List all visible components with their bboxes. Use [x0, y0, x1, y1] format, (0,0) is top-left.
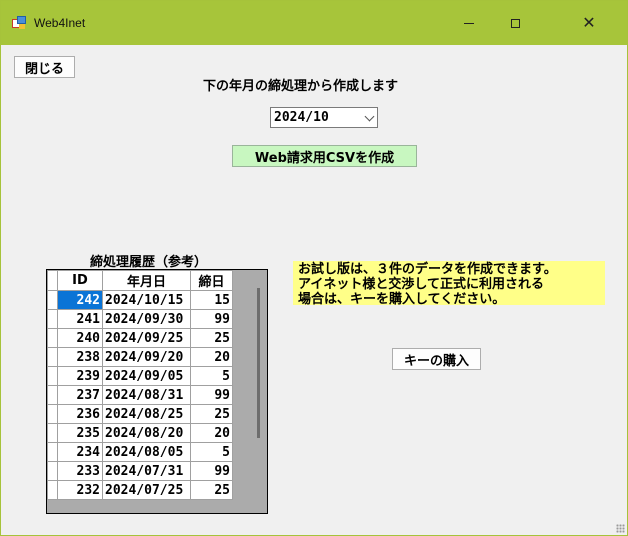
period-select[interactable]: 2024/10 — [270, 107, 378, 128]
column-header-id[interactable]: ID — [57, 270, 103, 291]
row-header-cell[interactable] — [47, 309, 58, 329]
cell-id[interactable]: 240 — [57, 328, 103, 348]
cell-day[interactable]: 99 — [190, 309, 233, 329]
cell-day[interactable]: 5 — [190, 366, 233, 386]
cell-day[interactable]: 5 — [190, 442, 233, 462]
notice-line: 場合は、キーを購入してください。 — [298, 292, 506, 307]
table-header-row: ID 年月日 締日 — [47, 270, 233, 291]
row-header-cell[interactable] — [47, 423, 58, 443]
cell-day[interactable]: 15 — [190, 290, 233, 310]
table-row[interactable]: 242 2024/10/15 15 — [47, 290, 233, 310]
row-header-cell[interactable] — [47, 328, 58, 348]
history-title: 締処理履歴（参考） — [90, 255, 208, 270]
table-row[interactable]: 236 2024/08/25 25 — [47, 404, 233, 424]
close-window-button[interactable]: ✕ — [566, 1, 612, 45]
cell-day[interactable]: 99 — [190, 385, 233, 405]
history-grid[interactable]: ID 年月日 締日 242 2024/10/15 15 241 2024/09/30 99… — [46, 269, 268, 514]
row-header-cell[interactable] — [47, 442, 58, 462]
chevron-down-icon[interactable] — [364, 111, 375, 122]
row-header-cell[interactable] — [47, 461, 58, 481]
table-row[interactable]: 240 2024/09/25 25 — [47, 328, 233, 348]
table-row[interactable]: 234 2024/08/05 5 — [47, 442, 233, 462]
table-row[interactable]: 233 2024/07/31 99 — [47, 461, 233, 481]
table-row[interactable]: 235 2024/08/20 20 — [47, 423, 233, 443]
row-header-cell[interactable] — [47, 366, 58, 386]
cell-id[interactable]: 236 — [57, 404, 103, 424]
cell-date[interactable]: 2024/08/31 — [102, 385, 191, 405]
row-header-cell[interactable] — [47, 347, 58, 367]
minimize-icon — [464, 22, 474, 24]
close-icon: ✕ — [582, 13, 596, 32]
title-bar[interactable]: Web4Inet ✕ — [1, 1, 627, 45]
cell-day[interactable]: 20 — [190, 347, 233, 367]
grid-empty-area — [233, 270, 248, 513]
close-button[interactable]: 閉じる — [14, 56, 75, 78]
cell-day[interactable]: 99 — [190, 461, 233, 481]
app-icon — [12, 16, 26, 29]
resize-grip-icon[interactable] — [616, 524, 625, 533]
row-header-cell[interactable] — [47, 404, 58, 424]
trial-notice: お試し版は、３件のデータを作成できます。 アイネット様と交渉して正式に利用される… — [293, 261, 605, 307]
minimize-button[interactable] — [446, 1, 492, 45]
cell-id[interactable]: 239 — [57, 366, 103, 386]
cell-date[interactable]: 2024/07/31 — [102, 461, 191, 481]
cell-day[interactable]: 25 — [190, 328, 233, 348]
cell-id[interactable]: 232 — [57, 480, 103, 500]
history-table: ID 年月日 締日 242 2024/10/15 15 241 2024/09/30 99… — [47, 270, 233, 500]
cell-date[interactable]: 2024/07/25 — [102, 480, 191, 500]
cell-id[interactable]: 242 — [57, 290, 103, 310]
maximize-icon — [510, 18, 520, 28]
column-header-day[interactable]: 締日 — [190, 270, 233, 291]
cell-date[interactable]: 2024/09/20 — [102, 347, 191, 367]
row-header-cell[interactable] — [47, 290, 58, 310]
create-csv-button[interactable]: Web請求用CSVを作成 — [232, 145, 417, 167]
cell-id[interactable]: 237 — [57, 385, 103, 405]
vertical-scrollbar[interactable] — [257, 288, 260, 438]
instruction-label: 下の年月の締処理から作成します — [203, 79, 399, 94]
buy-key-button[interactable]: キーの購入 — [392, 348, 481, 370]
cell-date[interactable]: 2024/10/15 — [102, 290, 191, 310]
table-row[interactable]: 237 2024/08/31 99 — [47, 385, 233, 405]
cell-date[interactable]: 2024/08/20 — [102, 423, 191, 443]
cell-day[interactable]: 20 — [190, 423, 233, 443]
cell-id[interactable]: 241 — [57, 309, 103, 329]
app-window: Web4Inet ✕ 閉じる 下の年月の締処理から作成します 2024/10 W… — [0, 0, 628, 536]
cell-date[interactable]: 2024/09/25 — [102, 328, 191, 348]
table-row[interactable]: 239 2024/09/05 5 — [47, 366, 233, 386]
table-row[interactable]: 238 2024/09/20 20 — [47, 347, 233, 367]
history-rows: 242 2024/10/15 15 241 2024/09/30 99 240 2024/09… — [47, 290, 233, 500]
row-header-corner — [47, 270, 58, 291]
row-header-cell[interactable] — [47, 480, 58, 500]
notice-line: アイネット様と交渉して正式に利用される — [298, 277, 544, 292]
column-header-date[interactable]: 年月日 — [102, 270, 191, 291]
cell-date[interactable]: 2024/08/25 — [102, 404, 191, 424]
cell-day[interactable]: 25 — [190, 404, 233, 424]
table-row[interactable]: 241 2024/09/30 99 — [47, 309, 233, 329]
period-select-value: 2024/10 — [274, 110, 329, 125]
table-row[interactable]: 232 2024/07/25 25 — [47, 480, 233, 500]
cell-day[interactable]: 25 — [190, 480, 233, 500]
cell-id[interactable]: 235 — [57, 423, 103, 443]
cell-id[interactable]: 238 — [57, 347, 103, 367]
cell-date[interactable]: 2024/09/30 — [102, 309, 191, 329]
window-title: Web4Inet — [34, 16, 86, 30]
cell-id[interactable]: 233 — [57, 461, 103, 481]
cell-date[interactable]: 2024/08/05 — [102, 442, 191, 462]
maximize-button[interactable] — [492, 1, 538, 45]
cell-id[interactable]: 234 — [57, 442, 103, 462]
row-header-cell[interactable] — [47, 385, 58, 405]
cell-date[interactable]: 2024/09/05 — [102, 366, 191, 386]
notice-line: お試し版は、３件のデータを作成できます。 — [298, 262, 557, 277]
